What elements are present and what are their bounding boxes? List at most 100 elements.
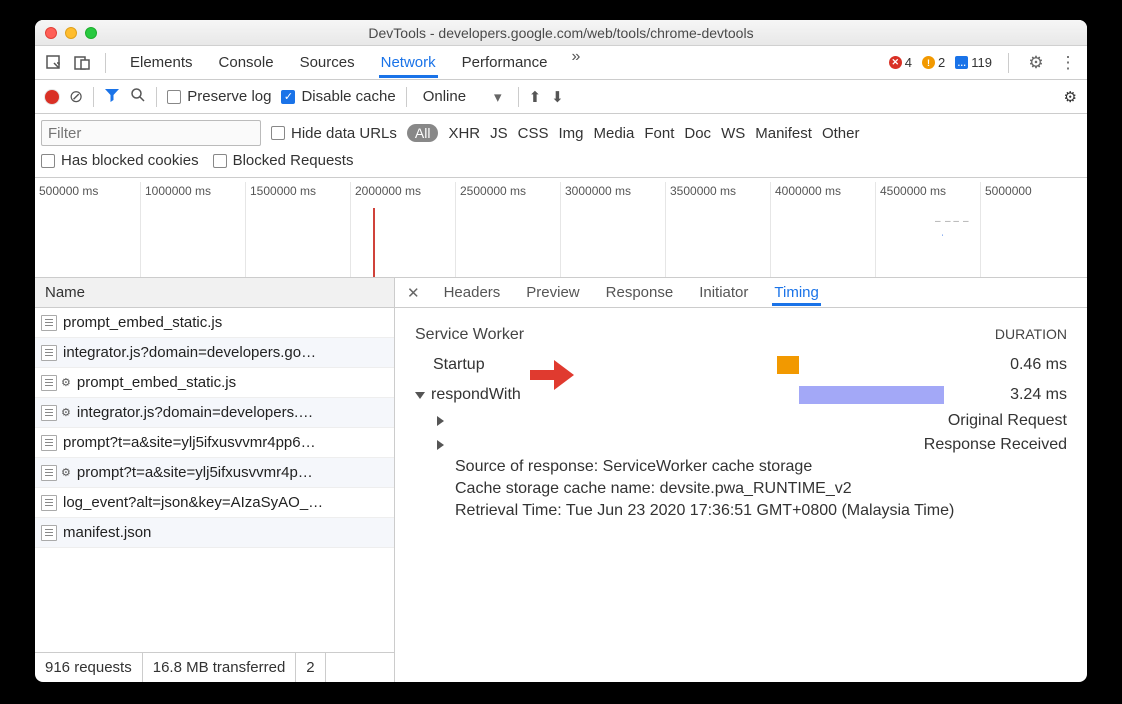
request-row[interactable]: integrator.js?domain=developers.go… xyxy=(35,338,394,368)
download-har-icon[interactable]: ⬇ xyxy=(551,88,564,106)
filter-toggle-icon[interactable] xyxy=(104,87,120,107)
network-settings-icon[interactable]: ⚙ xyxy=(1064,88,1077,106)
filter-type-css[interactable]: CSS xyxy=(518,125,549,142)
detail-tab-initiator[interactable]: Initiator xyxy=(697,280,750,305)
upload-har-icon[interactable]: ⬆ xyxy=(529,88,542,106)
tab-elements[interactable]: Elements xyxy=(128,48,195,78)
duration-header: DURATION xyxy=(995,326,1067,342)
errors-badge[interactable]: ✕4 xyxy=(889,55,912,70)
filter-type-img[interactable]: Img xyxy=(558,125,583,142)
sub-label: Response Received xyxy=(924,436,1067,454)
filter-type-other[interactable]: Other xyxy=(822,125,860,142)
timeline-overview[interactable]: 500000 ms1000000 ms1500000 ms2000000 ms2… xyxy=(35,178,1087,278)
has-blocked-label: Has blocked cookies xyxy=(61,152,199,169)
gear-icon: ⚙ xyxy=(61,376,71,389)
disable-cache-checkbox[interactable]: ✓Disable cache xyxy=(281,88,395,105)
filter-type-media[interactable]: Media xyxy=(594,125,635,142)
request-row[interactable]: ⚙integrator.js?domain=developers.… xyxy=(35,398,394,428)
filter-type-ws[interactable]: WS xyxy=(721,125,745,142)
sub-original-request[interactable]: Original Request xyxy=(437,412,1067,430)
request-row[interactable]: manifest.json xyxy=(35,518,394,548)
file-icon xyxy=(41,315,57,331)
filter-type-js[interactable]: JS xyxy=(490,125,508,142)
timing-bar xyxy=(777,356,799,374)
info-cache-name: Cache storage cache name: devsite.pwa_RU… xyxy=(455,480,1067,498)
status-transferred: 16.8 MB transferred xyxy=(143,653,297,682)
content-area: Name prompt_embed_static.jsintegrator.js… xyxy=(35,278,1087,682)
detail-tab-response[interactable]: Response xyxy=(604,280,676,305)
filter-type-font[interactable]: Font xyxy=(644,125,674,142)
status-requests: 916 requests xyxy=(35,653,143,682)
chevron-down-icon: ▾ xyxy=(494,88,502,106)
detail-tab-preview[interactable]: Preview xyxy=(524,280,581,305)
network-toolbar: ⊘ Preserve log ✓Disable cache Online ▾ ⬆… xyxy=(35,80,1087,114)
tab-console[interactable]: Console xyxy=(217,48,276,78)
request-row[interactable]: log_event?alt=json&key=AIzaSyAO_… xyxy=(35,488,394,518)
request-name: prompt?t=a&site=ylj5ifxusvvmr4pp6… xyxy=(63,434,316,451)
main-tabs: Elements Console Sources Network Perform… xyxy=(128,48,580,78)
file-icon xyxy=(41,435,57,451)
request-name: manifest.json xyxy=(63,524,151,541)
timing-label: respondWith xyxy=(431,386,521,404)
kebab-menu-icon[interactable]: ⋮ xyxy=(1057,52,1079,74)
request-list-pane: Name prompt_embed_static.jsintegrator.js… xyxy=(35,278,395,682)
timeline-tick: 3500000 ms xyxy=(665,182,770,278)
timing-section-title: Service Worker xyxy=(415,326,524,343)
timing-duration: 3.24 ms xyxy=(987,386,1067,404)
expand-icon xyxy=(437,416,942,426)
blocked-requests-checkbox[interactable]: Blocked Requests xyxy=(213,152,354,169)
info-retrieval-time: Retrieval Time: Tue Jun 23 2020 17:36:51… xyxy=(455,502,1067,520)
file-icon xyxy=(41,495,57,511)
timeline-tick: 5000000 xyxy=(980,182,1085,278)
status-extra: 2 xyxy=(296,653,325,682)
request-name: prompt_embed_static.js xyxy=(77,374,236,391)
window-title: DevTools - developers.google.com/web/too… xyxy=(35,25,1087,41)
hide-data-urls-label: Hide data URLs xyxy=(291,125,397,142)
settings-gear-icon[interactable]: ⚙ xyxy=(1025,52,1047,74)
request-list: prompt_embed_static.jsintegrator.js?doma… xyxy=(35,308,394,652)
preserve-log-checkbox[interactable]: Preserve log xyxy=(167,88,271,105)
gear-icon: ⚙ xyxy=(61,466,71,479)
sub-response-received[interactable]: Response Received xyxy=(437,436,1067,454)
device-toggle-icon[interactable] xyxy=(71,52,93,74)
throttling-select[interactable]: Online ▾ xyxy=(417,87,508,107)
search-icon[interactable] xyxy=(130,87,146,107)
request-row[interactable]: prompt_embed_static.js xyxy=(35,308,394,338)
inspect-icon[interactable] xyxy=(43,52,65,74)
warnings-badge[interactable]: !2 xyxy=(922,55,945,70)
detail-tab-headers[interactable]: Headers xyxy=(442,280,503,305)
filter-input[interactable] xyxy=(41,120,261,146)
collapse-icon[interactable] xyxy=(415,392,425,399)
timing-detail: Service Worker DURATION Startup0.46 msre… xyxy=(395,308,1087,682)
timeline-tick: 2000000 ms xyxy=(350,182,455,278)
filter-type-doc[interactable]: Doc xyxy=(684,125,711,142)
filter-type-xhr[interactable]: XHR xyxy=(448,125,480,142)
filter-type-all[interactable]: All xyxy=(407,124,439,142)
hide-data-urls-checkbox[interactable]: Hide data URLs xyxy=(271,125,397,142)
tab-network[interactable]: Network xyxy=(379,48,438,78)
filter-type-manifest[interactable]: Manifest xyxy=(755,125,812,142)
request-row[interactable]: ⚙ prompt_embed_static.js xyxy=(35,368,394,398)
name-column-header[interactable]: Name xyxy=(35,278,394,308)
timeline-tick: 500000 ms xyxy=(35,182,140,278)
request-row[interactable]: prompt?t=a&site=ylj5ifxusvvmr4pp6… xyxy=(35,428,394,458)
more-tabs-icon[interactable]: » xyxy=(572,48,581,78)
throttling-value: Online xyxy=(423,88,466,105)
timeline-tick: 1000000 ms xyxy=(140,182,245,278)
messages-badge[interactable]: …119 xyxy=(955,55,992,70)
devtools-window: DevTools - developers.google.com/web/too… xyxy=(35,20,1087,682)
clear-icon[interactable]: ⊘ xyxy=(69,87,83,107)
tab-sources[interactable]: Sources xyxy=(298,48,357,78)
has-blocked-cookies-checkbox[interactable]: Has blocked cookies xyxy=(41,152,199,169)
detail-tab-timing[interactable]: Timing xyxy=(772,280,820,306)
file-icon xyxy=(41,375,57,391)
close-detail-icon[interactable]: ✕ xyxy=(407,284,420,302)
request-row[interactable]: ⚙prompt?t=a&site=ylj5ifxusvvmr4p… xyxy=(35,458,394,488)
preserve-log-label: Preserve log xyxy=(187,88,271,105)
timeline-tick: 3000000 ms xyxy=(560,182,665,278)
titlebar: DevTools - developers.google.com/web/too… xyxy=(35,20,1087,46)
tab-performance[interactable]: Performance xyxy=(460,48,550,78)
timeline-marker xyxy=(373,208,375,277)
file-icon xyxy=(41,405,57,421)
record-button[interactable] xyxy=(45,90,59,104)
